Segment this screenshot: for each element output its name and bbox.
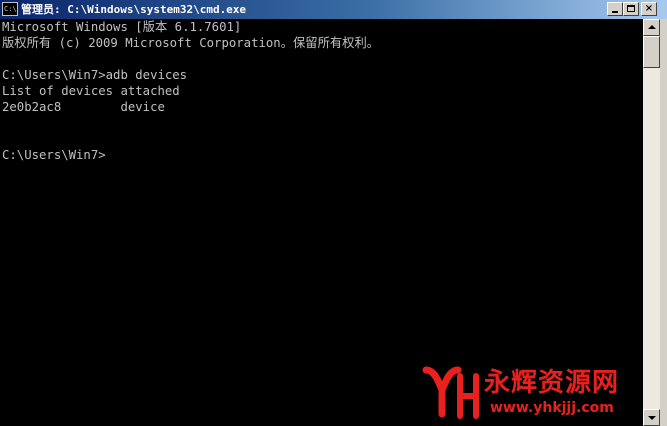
title-bar[interactable]: C:\ 管理员: C:\Windows\system32\cmd.exe × — [0, 0, 667, 19]
window-frame-right — [660, 19, 667, 426]
watermark-url: www.yhkjjj.com — [490, 400, 614, 416]
close-icon: × — [644, 3, 654, 14]
arrow-down-icon — [648, 416, 656, 420]
cmd-window: C:\ 管理员: C:\Windows\system32\cmd.exe × M… — [0, 0, 667, 426]
window-title: 管理员: C:\Windows\system32\cmd.exe — [21, 3, 247, 16]
console-line: 版权所有 (c) 2009 Microsoft Corporation。保留所有… — [2, 36, 380, 50]
scrollbar-thumb[interactable] — [643, 36, 660, 68]
close-button[interactable]: × — [641, 2, 657, 16]
cmd-app-icon[interactable]: C:\ — [2, 2, 18, 16]
watermark-logo — [422, 366, 479, 419]
scroll-up-button[interactable] — [643, 19, 660, 36]
minimize-button[interactable] — [607, 2, 623, 16]
console-line: List of devices attached — [2, 84, 180, 98]
maximize-icon — [627, 5, 635, 12]
maximize-button[interactable] — [623, 2, 639, 16]
watermark-site-name: 永辉资源网 — [484, 368, 620, 398]
console-line: 2e0b2ac8 device — [2, 100, 165, 114]
console-line: C:\Users\Win7>adb devices — [2, 68, 188, 82]
arrow-up-icon — [648, 25, 656, 29]
minimize-icon — [612, 11, 618, 13]
watermark: 永辉资源网 www.yhkjjj.com — [420, 364, 648, 424]
console-line: Microsoft Windows [版本 6.1.7601] — [2, 20, 242, 34]
console-prompt: C:\Users\Win7> — [2, 148, 106, 162]
